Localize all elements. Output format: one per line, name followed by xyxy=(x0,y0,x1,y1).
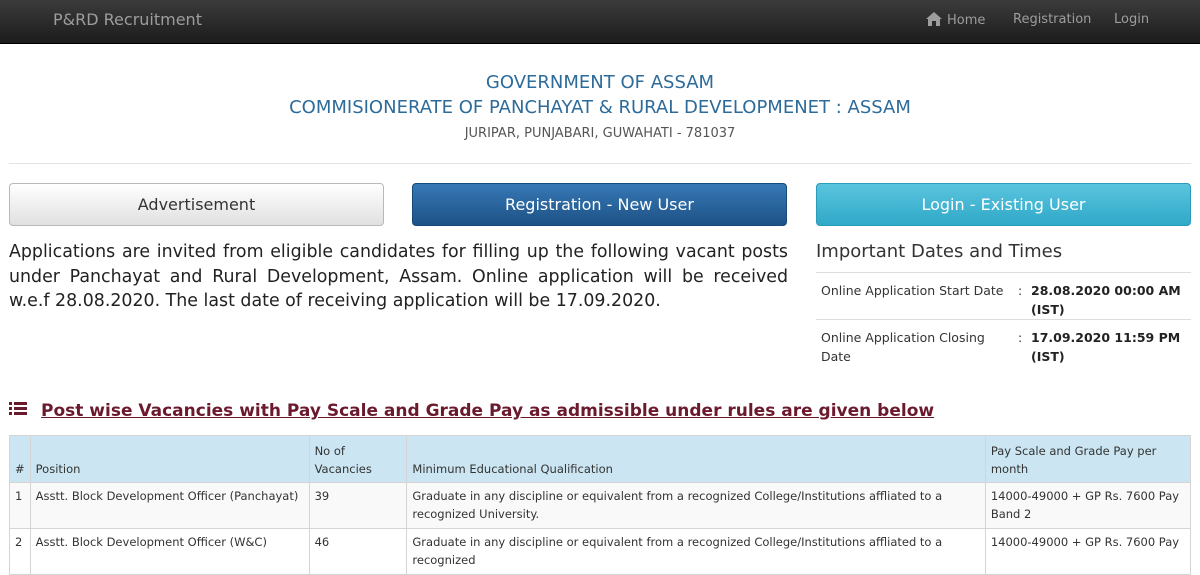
nav-home-label: Home xyxy=(947,13,986,28)
date-label: Online Application Start Date xyxy=(821,283,1004,298)
date-value: 28.08.2020 00:00 AM (IST) xyxy=(1031,283,1181,317)
table-header-cell: # xyxy=(9,435,31,483)
table-cell: Graduate in any discipline or equivalent… xyxy=(406,482,986,529)
table-cell: 1 xyxy=(9,482,31,529)
table-row: 1 Asstt. Block Development Officer (Panc… xyxy=(9,482,1192,529)
header-divider xyxy=(9,163,1191,164)
brand-logo[interactable]: P&RD Recruitment xyxy=(53,10,202,29)
table-cell: Asstt. Block Development Officer (W&C) xyxy=(29,528,310,575)
table-cell: 2 xyxy=(9,528,31,575)
header-government-title: GOVERNMENT OF ASSAM xyxy=(485,72,715,93)
table-header-cell: Minimum Educational Qualification xyxy=(406,435,986,483)
list-icon xyxy=(9,401,27,421)
header-department-title: COMMISIONERATE OF PANCHAYAT & RURAL DEVE… xyxy=(289,97,911,118)
date-value: 17.09.2020 11:59 PM (IST) xyxy=(1031,330,1181,364)
date-label: Online Application Closing Date xyxy=(821,330,985,364)
nav-login-link[interactable]: Login xyxy=(1114,12,1149,27)
advertisement-button[interactable]: Advertisement xyxy=(9,183,384,226)
nav-home-link[interactable]: Home xyxy=(926,12,985,30)
table-cell: Asstt. Block Development Officer (Pancha… xyxy=(29,482,310,529)
date-separator: : xyxy=(1018,283,1023,298)
header-address: JURIPAR, PUNJABARI, GUWAHATI - 781037 xyxy=(464,126,736,141)
important-dates-title: Important Dates and Times xyxy=(816,241,1063,262)
application-intro-text: Applications are invited from eligible c… xyxy=(9,242,788,311)
date-row-start: Online Application Start Date : 28.08.20… xyxy=(816,272,1191,319)
nav-registration-link[interactable]: Registration xyxy=(1013,12,1091,27)
table-row: 2 Asstt. Block Development Officer (W&C)… xyxy=(9,528,1192,575)
table-cell: 14000-49000 + GP Rs. 7600 Pay Band 2 xyxy=(984,482,1192,529)
table-cell: 14000-49000 + GP Rs. 7600 Pay xyxy=(984,528,1192,575)
login-existing-user-button[interactable]: Login - Existing User xyxy=(816,183,1191,226)
table-header-cell: Pay Scale and Grade Pay per month xyxy=(984,435,1192,483)
vacancies-section-title: Post wise Vacancies with Pay Scale and G… xyxy=(9,401,934,421)
table-cell: 46 xyxy=(308,528,408,575)
table-cell: Graduate in any discipline or equivalent… xyxy=(406,528,986,575)
vacancies-table: # Position No of Vacancies Minimum Educa… xyxy=(9,435,1192,575)
date-row-closing: Online Application Closing Date : 17.09.… xyxy=(816,319,1191,371)
registration-new-user-button[interactable]: Registration - New User xyxy=(412,183,787,226)
top-navbar: P&RD Recruitment Home Registration Login xyxy=(0,0,1200,44)
table-header-row: # Position No of Vacancies Minimum Educa… xyxy=(9,435,1192,483)
table-header-cell: Position xyxy=(29,435,310,483)
vacancies-section-title-text: Post wise Vacancies with Pay Scale and G… xyxy=(41,401,935,421)
table-cell: 39 xyxy=(308,482,408,529)
date-separator: : xyxy=(1018,330,1023,345)
home-icon xyxy=(926,12,942,30)
table-header-cell: No of Vacancies xyxy=(308,435,408,483)
